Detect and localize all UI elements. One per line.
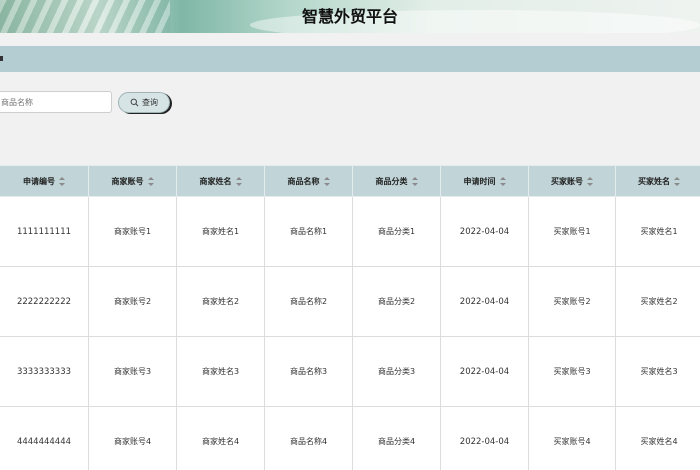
table-row[interactable]: 3333333333 商家账号3 商家姓名3 商品名称3 商品分类3 2022-… [0, 336, 700, 407]
table-cell: 2222222222 [0, 266, 89, 337]
table-cell: 4444444444 [0, 406, 89, 470]
page-title: 智慧外贸平台 [301, 7, 398, 26]
table-cell: 商品分类2 [352, 266, 441, 337]
application-table: 申请编号 商家账号 商家姓名 商品名称 商品分类 申请时间 买家账号 买家姓名 … [0, 165, 700, 470]
table-cell: 买家账号4 [528, 406, 616, 470]
column-header-application-id[interactable]: 申请编号 [0, 165, 89, 197]
table-cell: 商品分类3 [352, 336, 441, 407]
table-cell: 商品名称1 [264, 196, 353, 267]
column-header-product-name[interactable]: 商品名称 [264, 165, 353, 197]
table-cell: 买家姓名4 [615, 406, 700, 470]
search-button-label: 查询 [142, 98, 158, 107]
table-cell: 商家姓名3 [176, 336, 265, 407]
table-cell: 商品名称4 [264, 406, 353, 470]
sort-icon[interactable] [499, 176, 506, 186]
table-cell: 2022-04-04 [440, 266, 529, 337]
table-cell: 商家账号1 [88, 196, 177, 267]
sort-icon[interactable] [323, 176, 330, 186]
column-header-application-time[interactable]: 申请时间 [440, 165, 529, 197]
table-cell: 商品分类4 [352, 406, 441, 470]
table-cell: 2022-04-04 [440, 196, 529, 267]
table-cell: 3333333333 [0, 336, 89, 407]
table-cell: 买家姓名2 [615, 266, 700, 337]
column-header-merchant-name[interactable]: 商家姓名 [176, 165, 265, 197]
table-cell: 2022-04-04 [440, 406, 529, 470]
table-row[interactable]: 2222222222 商家账号2 商家姓名2 商品名称2 商品分类2 2022-… [0, 266, 700, 337]
table-cell: 买家账号1 [528, 196, 616, 267]
table-cell: 1111111111 [0, 196, 89, 267]
table-cell: 买家账号2 [528, 266, 616, 337]
sort-icon[interactable] [674, 176, 680, 186]
search-button[interactable]: 查询 [118, 92, 170, 113]
table-cell: 商家姓名1 [176, 196, 265, 267]
table-row[interactable]: 4444444444 商家账号4 商家姓名4 商品名称4 商品分类4 2022-… [0, 406, 700, 470]
sort-icon[interactable] [587, 176, 593, 186]
search-icon [130, 98, 139, 107]
table-cell: 商家账号4 [88, 406, 177, 470]
table-cell: 买家姓名3 [615, 336, 700, 407]
table-cell: 商品名称3 [264, 336, 353, 407]
table-cell: 2022-04-04 [440, 336, 529, 407]
sort-icon[interactable] [59, 176, 65, 186]
table-cell: 商品分类1 [352, 196, 441, 267]
column-header-merchant-account[interactable]: 商家账号 [88, 165, 177, 197]
table-cell: 买家账号3 [528, 336, 616, 407]
breadcrumb-marker [0, 56, 3, 61]
table-cell: 商家姓名4 [176, 406, 265, 470]
sort-icon[interactable] [147, 176, 154, 186]
table-cell: 商品名称2 [264, 266, 353, 337]
table-header-row: 申请编号 商家账号 商家姓名 商品名称 商品分类 申请时间 买家账号 买家姓名 [0, 165, 700, 197]
table-cell: 商家账号2 [88, 266, 177, 337]
product-name-search-input[interactable] [0, 91, 112, 113]
table-cell: 买家姓名1 [615, 196, 700, 267]
column-header-buyer-name[interactable]: 买家姓名 [615, 165, 700, 197]
column-header-buyer-account[interactable]: 买家账号 [528, 165, 616, 197]
sort-icon[interactable] [411, 176, 418, 186]
breadcrumb-bar [0, 46, 700, 72]
table-row[interactable]: 1111111111 商家账号1 商家姓名1 商品名称1 商品分类1 2022-… [0, 196, 700, 267]
table-cell: 商家姓名2 [176, 266, 265, 337]
header-banner: 智慧外贸平台 [0, 0, 700, 33]
sort-icon[interactable] [235, 176, 242, 186]
table-cell: 商家账号3 [88, 336, 177, 407]
column-header-product-category[interactable]: 商品分类 [352, 165, 441, 197]
